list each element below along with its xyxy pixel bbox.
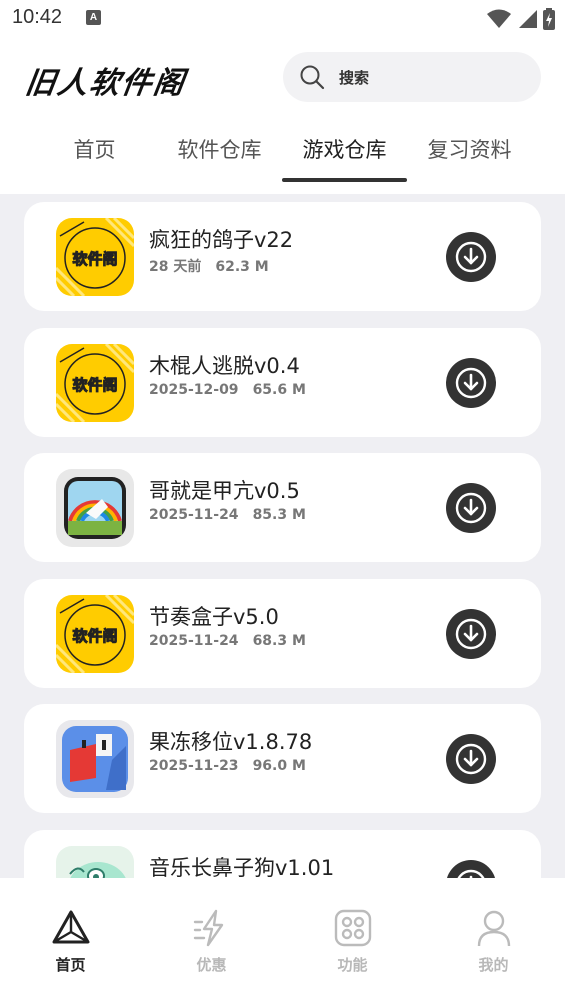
app-icon — [56, 469, 134, 547]
app-icon — [56, 846, 134, 878]
nav-features[interactable]: 功能 — [282, 878, 423, 1004]
app-meta: 28 天前 62.3 M — [149, 256, 269, 276]
list-item[interactable]: 果冻移位v1.8.78 2025-11-23 96.0 M — [24, 704, 541, 813]
signal-icon — [519, 10, 537, 28]
tab-games[interactable]: 游戏仓库 — [282, 128, 407, 182]
app-size: 65.6 M — [252, 382, 306, 398]
app-size: 96.0 M — [252, 758, 306, 774]
status-icons — [487, 8, 555, 30]
battery-icon — [543, 8, 555, 30]
search-input[interactable]: 搜索 — [283, 52, 541, 102]
bottom-nav: 首页 优惠 功能 我的 — [0, 878, 565, 1004]
app-icon — [56, 720, 134, 798]
list-item[interactable]: 哥就是甲亢v0.5 2025-11-24 85.3 M — [24, 453, 541, 562]
download-icon — [455, 241, 487, 273]
nav-label: 我的 — [478, 956, 509, 974]
download-button[interactable] — [446, 358, 496, 408]
app-date: 28 天前 — [149, 259, 202, 275]
list-item[interactable]: 音乐长鼻子狗v1.01 — [24, 830, 541, 878]
download-icon — [457, 869, 485, 878]
app-size: 68.3 M — [252, 633, 306, 649]
download-button[interactable] — [446, 860, 496, 878]
list-item[interactable]: 软件阁 疯狂的鸽子v22 28 天前 62.3 M — [24, 202, 541, 311]
triangle-icon — [52, 910, 89, 944]
download-button[interactable] — [446, 232, 496, 282]
app-name: 木棍人逃脱v0.4 — [149, 354, 300, 378]
list-item[interactable]: 软件阁 木棍人逃脱v0.4 2025-12-09 65.6 M — [24, 328, 541, 437]
app-logo: 旧人软件阁 — [23, 66, 188, 101]
list-item[interactable]: 软件阁 节奏盒子v5.0 2025-11-24 68.3 M — [24, 579, 541, 688]
app-icon: 软件阁 — [56, 344, 134, 422]
notification-a-icon: A — [86, 10, 101, 25]
icon-logo-text: 软件阁 — [72, 250, 117, 268]
download-icon — [455, 618, 487, 650]
status-time: 10:42 — [12, 6, 63, 28]
app-meta: 2025-11-24 68.3 M — [149, 633, 306, 649]
tab-study-materials[interactable]: 复习资料 — [407, 128, 532, 180]
app-name: 节奏盒子v5.0 — [149, 605, 279, 629]
nav-label: 功能 — [337, 956, 368, 974]
status-bar: 10:42 A — [0, 0, 565, 38]
app-date: 2025-11-23 — [149, 758, 239, 774]
app-meta: 2025-11-23 96.0 M — [149, 758, 306, 774]
nav-label: 优惠 — [196, 956, 227, 974]
app-size: 85.3 M — [252, 507, 306, 523]
nav-label: 首页 — [55, 956, 86, 974]
nav-profile[interactable]: 我的 — [423, 878, 564, 1004]
icon-logo-text: 软件阁 — [72, 627, 117, 645]
download-icon — [455, 743, 487, 775]
app-name: 果冻移位v1.8.78 — [149, 730, 313, 754]
nav-home[interactable]: 首页 — [0, 878, 141, 1004]
app-name: 疯狂的鸽子v22 — [149, 228, 294, 252]
icon-logo-text: 软件阁 — [72, 376, 117, 394]
app-meta: 2025-11-24 85.3 M — [149, 507, 306, 523]
wifi-icon — [487, 9, 511, 28]
tab-software[interactable]: 软件仓库 — [157, 128, 282, 180]
app-name: 音乐长鼻子狗v1.01 — [149, 856, 335, 878]
download-icon — [455, 367, 487, 399]
app-name: 哥就是甲亢v0.5 — [149, 479, 300, 503]
app-list[interactable]: 软件阁 疯狂的鸽子v22 28 天前 62.3 M 软件阁 木棍人逃脱v0.4 — [0, 194, 565, 878]
app-date: 2025-11-24 — [149, 633, 239, 649]
app-icon: 软件阁 — [56, 595, 134, 673]
download-icon — [455, 492, 487, 524]
app-meta: 2025-12-09 65.6 M — [149, 382, 306, 398]
app-icon: 软件阁 — [56, 218, 134, 296]
lightning-icon — [193, 909, 223, 947]
search-placeholder: 搜索 — [339, 68, 370, 87]
app-date: 2025-12-09 — [149, 382, 239, 398]
app-date: 2025-11-24 — [149, 507, 239, 523]
category-tabs: 首页 软件仓库 游戏仓库 复习资料 — [32, 128, 532, 182]
app-size: 62.3 M — [215, 259, 269, 275]
download-button[interactable] — [446, 609, 496, 659]
tab-home[interactable]: 首页 — [32, 128, 157, 180]
download-button[interactable] — [446, 734, 496, 784]
grid-icon — [334, 909, 371, 947]
download-button[interactable] — [446, 483, 496, 533]
search-icon — [300, 65, 325, 90]
nav-discounts[interactable]: 优惠 — [141, 878, 282, 1004]
user-icon — [477, 910, 510, 947]
